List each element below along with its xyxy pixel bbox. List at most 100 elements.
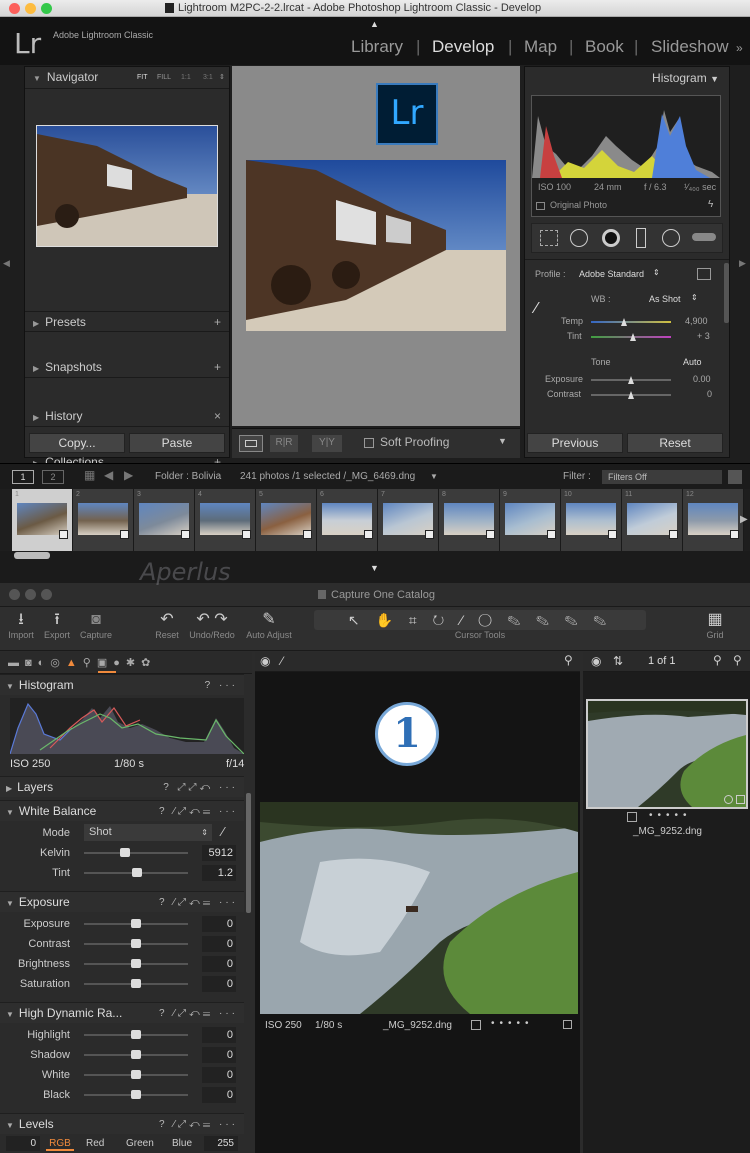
browser-select-checkbox[interactable]: [627, 812, 637, 822]
zoom-fill[interactable]: FILL: [157, 67, 171, 88]
add-preset-icon[interactable]: +: [214, 312, 221, 333]
auto-adjust-button[interactable]: ✎ Auto Adjust: [240, 610, 298, 640]
filmstrip-thumbnail[interactable]: 1: [12, 489, 73, 551]
module-library[interactable]: Library: [351, 37, 403, 57]
browser-search-icon[interactable]: ⚲: [713, 653, 722, 667]
before-after-lr-icon[interactable]: R|R: [270, 435, 298, 452]
browser-zoom-icon[interactable]: ⚲: [733, 653, 742, 667]
contrast-slider-knob[interactable]: [628, 391, 634, 399]
exposure-tab-icon[interactable]: ▲: [66, 657, 83, 669]
crop-tool-icon[interactable]: [540, 230, 558, 246]
forward-arrow-icon[interactable]: ▶: [124, 468, 133, 482]
adjustment-brush-icon[interactable]: [692, 233, 716, 241]
zoom-1-1[interactable]: 1:1: [181, 67, 191, 88]
wb-dropdown-icon[interactable]: ⇕: [691, 293, 698, 302]
filmstrip-thumbnail[interactable]: 12: [683, 489, 744, 551]
tint-value[interactable]: + 3: [697, 331, 710, 341]
copy-settings-button[interactable]: Copy...: [29, 433, 125, 453]
toolbar-menu-icon[interactable]: ▼: [498, 436, 507, 446]
zoom-button[interactable]: [41, 3, 52, 14]
filmstrip-thumbnail[interactable]: 10: [561, 489, 622, 551]
right-panel-scrollbar[interactable]: [724, 263, 729, 323]
levels-section-header[interactable]: ▼ Levels? ⁄⤢↶☰ ···: [0, 1113, 244, 1134]
browser-star-rating[interactable]: •••••: [649, 810, 692, 821]
module-develop[interactable]: Develop: [432, 37, 494, 57]
viewer-star-rating[interactable]: •••••: [491, 1018, 534, 1029]
levels-channel-green[interactable]: Green: [126, 1136, 154, 1151]
section-menu-icon[interactable]: ? ⁄⤢↶☰ ···: [159, 1003, 238, 1024]
levels-low-value[interactable]: 0: [6, 1136, 40, 1151]
filmstrip-thumbnail[interactable]: 9: [500, 489, 561, 551]
back-arrow-icon[interactable]: ◀: [104, 468, 113, 482]
c1-saturation-value[interactable]: 0: [202, 976, 236, 992]
exposure-slider-track[interactable]: [591, 376, 671, 384]
secondary-window-button[interactable]: 2: [42, 470, 64, 484]
minimize-button[interactable]: [25, 3, 36, 14]
highlight-value[interactable]: 0: [202, 1027, 236, 1043]
collapse-top-icon[interactable]: ▲: [370, 19, 379, 29]
add-snapshot-icon[interactable]: +: [214, 357, 221, 378]
wb-picker-icon[interactable]: ⁄: [222, 824, 224, 839]
c1-brightness-value[interactable]: 0: [202, 956, 236, 972]
tone-auto-button[interactable]: Auto: [683, 357, 702, 367]
river-photo[interactable]: [260, 802, 578, 1014]
wb-mode-select[interactable]: Shot ⇕: [84, 824, 212, 841]
picker-icon[interactable]: ⁄: [281, 654, 283, 668]
red-eye-icon[interactable]: [602, 229, 620, 247]
exposure-value[interactable]: 0.00: [693, 374, 711, 384]
temp-slider-knob[interactable]: [621, 318, 627, 326]
c1-contrast-slider-knob[interactable]: [131, 939, 141, 948]
zoom-icon[interactable]: ⚲: [564, 653, 573, 667]
section-menu-icon[interactable]: ? ⁄⤢↶☰ ···: [159, 892, 238, 913]
cursor-tools-group[interactable]: ↖ ✋ ⌗ ↻ ⁄ ◯ ✎ ✎ ✎ ✎ Cursor Tools: [310, 610, 650, 640]
c1-exposure-slider-knob[interactable]: [131, 919, 141, 928]
clear-history-icon[interactable]: ×: [214, 406, 221, 427]
filmstrip-thumbnail[interactable]: 8: [439, 489, 500, 551]
module-book[interactable]: Book: [585, 37, 624, 57]
levels-high-value[interactable]: 255: [204, 1136, 238, 1151]
photo-count[interactable]: 241 photos /1 selected /_MG_6469.dng: [240, 471, 415, 482]
navigator-header[interactable]: ▼ Navigator FIT FILL 1:1 3:1 ⇕: [25, 67, 229, 89]
histogram-header[interactable]: Histogram ▼: [525, 67, 729, 89]
kelvin-value[interactable]: 5912: [202, 845, 236, 861]
right-panel-toggle-icon[interactable]: ▶: [739, 258, 746, 269]
filmstrip-thumbnail[interactable]: 6: [317, 489, 378, 551]
viewer-select-checkbox[interactable]: [471, 1020, 481, 1030]
browser-thumbnail[interactable]: [586, 699, 748, 809]
c1-exposure-value[interactable]: 0: [202, 916, 236, 932]
c1-contrast-value[interactable]: 0: [202, 936, 236, 952]
profile-dropdown-icon[interactable]: ⇕: [653, 268, 660, 277]
tint-slider-knob[interactable]: [630, 333, 636, 341]
hdr-section-header[interactable]: ▼ High Dynamic Ra...? ⁄⤢↶☰ ···: [0, 1002, 244, 1023]
main-photo[interactable]: [246, 160, 506, 331]
soft-proofing-checkbox[interactable]: [364, 438, 374, 448]
shadow-slider-knob[interactable]: [131, 1050, 141, 1059]
capture-button[interactable]: ◙ Capture: [76, 610, 116, 640]
filmstrip-thumbnail[interactable]: 7: [378, 489, 439, 551]
browser-eye-icon[interactable]: ◉: [591, 654, 601, 668]
exposure-section-header[interactable]: ▼ Exposure? ⁄⤢↶☰ ···: [0, 891, 244, 912]
tool-tab-icons[interactable]: ▬◙◐◎▲⚲▣●✱✿: [8, 656, 156, 669]
paste-settings-button[interactable]: Paste: [129, 433, 225, 453]
white-slider-knob[interactable]: [131, 1070, 141, 1079]
temp-value[interactable]: 4,900: [685, 316, 708, 326]
radial-filter-icon[interactable]: [662, 229, 680, 247]
layers-section-header[interactable]: ▶ Layers? ⤢⤢↶ ···: [0, 776, 244, 797]
module-map[interactable]: Map: [524, 37, 557, 57]
grid-button[interactable]: ▦ Grid: [700, 610, 730, 640]
reset-button[interactable]: Reset: [627, 433, 723, 453]
minimize-button[interactable]: [25, 589, 36, 600]
c1-tint-value[interactable]: 1.2: [202, 865, 236, 881]
temp-slider-track[interactable]: [591, 318, 671, 326]
source-dropdown-icon[interactable]: ▼: [430, 472, 438, 481]
shadow-value[interactable]: 0: [202, 1047, 236, 1063]
kelvin-slider-track[interactable]: [84, 852, 188, 854]
black-value[interactable]: 0: [202, 1087, 236, 1103]
close-button[interactable]: [9, 3, 20, 14]
filmstrip-thumbnail[interactable]: 3: [134, 489, 195, 551]
zoom-3-1[interactable]: 3:1: [203, 67, 213, 88]
filmstrip-thumbnail[interactable]: 11: [622, 489, 683, 551]
c1-saturation-slider-knob[interactable]: [131, 979, 141, 988]
close-button[interactable]: [9, 589, 20, 600]
wb-value[interactable]: As Shot: [649, 294, 681, 304]
